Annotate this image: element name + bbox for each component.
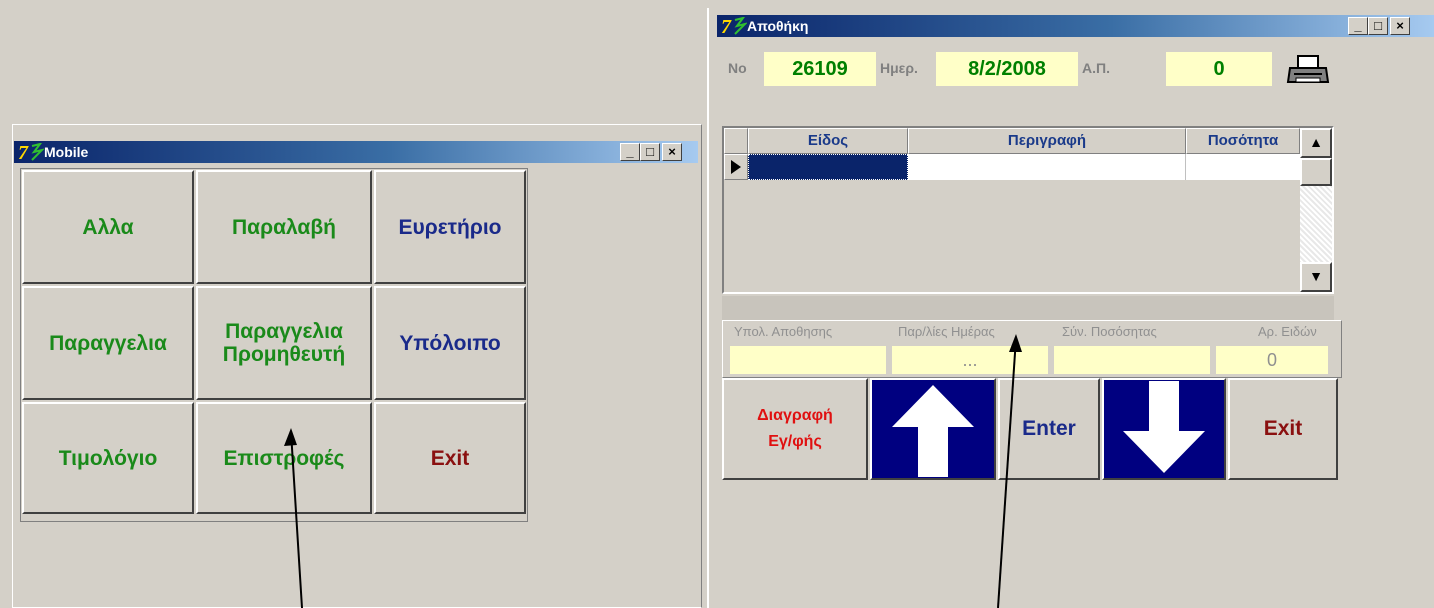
menu-button-index[interactable]: Ευρετήριο xyxy=(374,170,526,284)
svg-text:7: 7 xyxy=(18,143,29,161)
item-count-label: Αρ. Ειδών xyxy=(1258,324,1317,339)
menu-button-label: Επιστροφές xyxy=(223,446,345,470)
grid-header-quantity[interactable]: Ποσότητα xyxy=(1186,128,1300,154)
exit-button[interactable]: Exit xyxy=(1228,378,1338,480)
mobile-window-title: Mobile xyxy=(44,144,89,160)
minimize-icon[interactable]: _ xyxy=(620,143,640,161)
menu-button-label: Υπόλοιπο xyxy=(399,331,501,355)
delete-entry-button[interactable]: Διαγραφή Εγ/φής xyxy=(722,378,868,480)
status-strip xyxy=(722,296,1334,320)
menu-button-label: Παραγγελια xyxy=(49,331,167,355)
menu-button-supplier-order[interactable]: Παραγγελια Προμηθευτή xyxy=(196,286,372,400)
delete-label-line1: Διαγραφή xyxy=(757,407,833,424)
menu-button-exit[interactable]: Exit xyxy=(374,402,526,514)
day-orders-label: Παρ/λίες Ημέρας xyxy=(898,324,995,339)
ap-label: Α.Π. xyxy=(1082,60,1110,76)
arrow-up-button[interactable] xyxy=(870,378,996,480)
menu-button-order[interactable]: Παραγγελια xyxy=(22,286,194,400)
grid-header-description[interactable]: Περιγραφή xyxy=(908,128,1186,154)
enter-label: Enter xyxy=(1022,417,1076,440)
scroll-thumb[interactable] xyxy=(1300,158,1332,186)
arrow-down-icon xyxy=(1123,381,1205,473)
menu-button-label: Τιμολόγιο xyxy=(58,446,158,470)
grid-header-item[interactable]: Είδος xyxy=(748,128,908,154)
total-qty-label: Σύν. Ποσόσητας xyxy=(1062,324,1157,339)
scroll-down-icon[interactable]: ▼ xyxy=(1300,262,1332,292)
menu-button-returns[interactable]: Επιστροφές xyxy=(196,402,372,514)
grid-corner xyxy=(724,128,748,154)
maximize-icon[interactable]: □ xyxy=(1368,17,1388,35)
row-pointer-icon xyxy=(731,160,741,174)
grid-cell-description[interactable] xyxy=(908,154,1186,180)
delete-label-line2: Εγ/φής xyxy=(768,433,822,450)
grid-cell-item-selected[interactable] xyxy=(748,154,908,180)
warehouse-window-title: Αποθήκη xyxy=(747,18,809,34)
arrow-down-button[interactable] xyxy=(1102,378,1226,480)
day-orders-field[interactable]: ... xyxy=(892,346,1048,374)
menu-button-other[interactable]: Αλλα xyxy=(22,170,194,284)
close-icon[interactable]: × xyxy=(1390,17,1410,35)
app-logo-icon: 7 xyxy=(18,143,44,161)
printer-icon[interactable] xyxy=(1286,54,1330,88)
total-qty-field[interactable] xyxy=(1054,346,1210,374)
menu-button-label: Αλλα xyxy=(82,215,134,239)
app-logo-icon: 7 xyxy=(721,17,747,35)
ap-field[interactable]: 0 xyxy=(1166,52,1272,86)
item-count-field[interactable]: 0 xyxy=(1216,346,1328,374)
enter-button[interactable]: Enter xyxy=(998,378,1100,480)
arrow-up-icon xyxy=(892,385,974,477)
menu-button-receipt[interactable]: Παραλαβή xyxy=(196,170,372,284)
menu-button-label: Exit xyxy=(430,446,470,470)
mobile-titlebar[interactable]: 7 Mobile _ □ × xyxy=(14,141,698,163)
close-icon[interactable]: × xyxy=(662,143,682,161)
menu-button-label: Παραλαβή xyxy=(232,215,336,239)
exit-label: Exit xyxy=(1263,417,1303,440)
date-label: Ημερ. xyxy=(880,60,918,76)
document-number-field[interactable]: 26109 xyxy=(764,52,876,86)
minimize-icon[interactable]: _ xyxy=(1348,17,1368,35)
row-indicator xyxy=(724,154,748,180)
menu-button-balance[interactable]: Υπόλοιπο xyxy=(374,286,526,400)
scroll-up-icon[interactable]: ▲ xyxy=(1300,128,1332,158)
stock-field[interactable] xyxy=(730,346,886,374)
menu-button-label: Παραγγελια Προμηθευτή xyxy=(222,320,346,366)
maximize-icon[interactable]: □ xyxy=(640,143,660,161)
warehouse-titlebar[interactable]: 7 Αποθήκη _ □ × xyxy=(717,15,1434,37)
stock-label: Υπολ. Αποθησης xyxy=(734,324,833,339)
no-label: No xyxy=(728,60,747,76)
menu-button-invoice[interactable]: Τιμολόγιο xyxy=(22,402,194,514)
menu-button-label: Ευρετήριο xyxy=(398,215,502,239)
date-field[interactable]: 8/2/2008 xyxy=(936,52,1078,86)
svg-text:7: 7 xyxy=(721,17,732,35)
grid-cell-quantity[interactable] xyxy=(1186,154,1300,180)
